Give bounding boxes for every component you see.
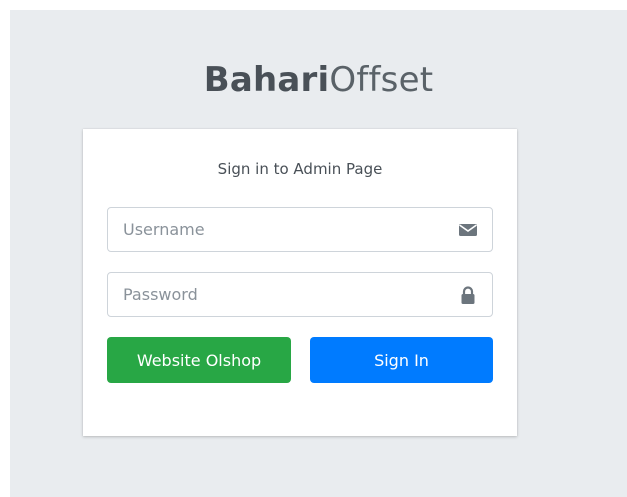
website-olshop-button[interactable]: Website Olshop [107,337,291,383]
brand-name-light: Offset [329,60,434,100]
username-input-group [107,207,493,252]
envelope-icon [458,220,478,240]
lock-icon [458,285,478,305]
username-input[interactable] [108,208,438,251]
password-input-group [107,272,493,317]
sign-in-button[interactable]: Sign In [310,337,493,383]
brand-name-bold: Bahari [203,60,330,100]
password-input[interactable] [108,273,438,316]
login-page: BahariOffset Sign in to Admin Page Websi [10,10,627,497]
login-card: Sign in to Admin Page Website Olshop Sig… [83,129,517,436]
login-box-message: Sign in to Admin Page [217,160,383,178]
brand-logo[interactable]: BahariOffset [10,60,627,100]
